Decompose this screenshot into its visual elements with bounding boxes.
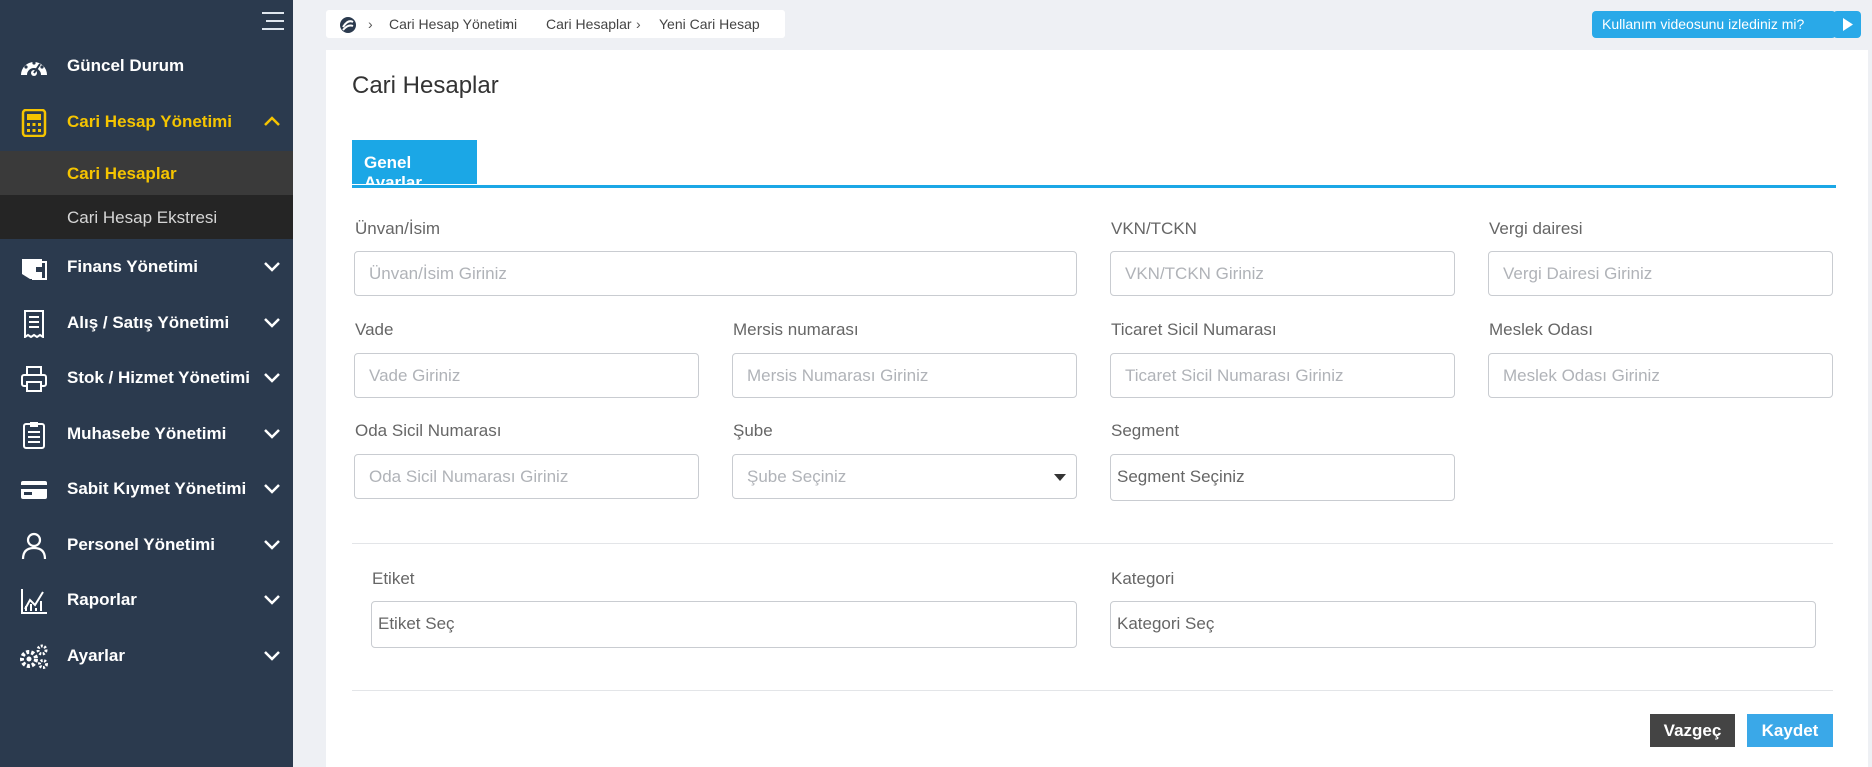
- clipboard-icon: [23, 422, 45, 449]
- dashboard-icon: [21, 61, 47, 76]
- sidebar-item-label: Personel Yönetimi: [67, 535, 216, 554]
- receipt-icon: [24, 310, 44, 338]
- chart-icon: [21, 589, 47, 614]
- sidebar-item-stok-hizmet-yonetimi[interactable]: Stok / Hizmet Yönetimi: [0, 353, 293, 403]
- ticaret-sicil-label: Ticaret Sicil Numarası: [1111, 320, 1277, 339]
- tab-underline: [352, 185, 1836, 188]
- kategori-select-value: Kategori Seç: [1117, 614, 1215, 633]
- chevron-up-icon: [264, 116, 280, 126]
- cancel-button[interactable]: Vazgeç: [1650, 714, 1735, 747]
- chevron-down-icon: [264, 318, 280, 328]
- menu-toggle-icon[interactable]: [258, 10, 284, 32]
- segment-select-value: Segment Seçiniz: [1117, 467, 1245, 486]
- meslek-odasi-label: Meslek Odası: [1489, 320, 1593, 339]
- sidebar-subitem-cari-hesaplar[interactable]: Cari Hesaplar: [0, 151, 293, 195]
- chevron-down-icon: [264, 540, 280, 550]
- sidebar-item-label: Cari Hesap Yönetimi: [67, 112, 233, 131]
- sidebar-item-alis-satis-yonetimi[interactable]: Alış / Satış Yönetimi: [0, 298, 293, 348]
- caret-down-icon: [1054, 474, 1066, 481]
- vkn-label: VKN/TCKN: [1111, 219, 1197, 238]
- sidebar-item-cari-hesap-yonetimi[interactable]: Cari Hesap Yönetimi: [0, 97, 293, 147]
- breadcrumb-item[interactable]: Cari Hesap Yönetimi: [389, 16, 517, 32]
- unvan-label: Ünvan/İsim: [355, 219, 441, 238]
- tab-genel-ayarlar[interactable]: Genel Ayarlar: [352, 140, 477, 192]
- video-help-button[interactable]: Kullanım videosunu izlediniz mi?: [1592, 11, 1836, 38]
- segment-select[interactable]: Segment Seçiniz: [1110, 454, 1455, 501]
- oda-sicil-label: Oda Sicil Numarası: [355, 421, 502, 440]
- segment-label: Segment: [1111, 421, 1180, 440]
- page-title: Cari Hesaplar: [352, 72, 499, 99]
- chevron-down-icon: [264, 651, 280, 661]
- chevron-down-icon: [264, 484, 280, 494]
- divider: [352, 690, 1833, 691]
- sidebar-item-label: Güncel Durum: [67, 56, 185, 75]
- calculator-icon: [21, 109, 47, 137]
- wallet-icon: [22, 259, 47, 280]
- chevron-down-icon: [264, 373, 280, 383]
- sidebar-item-personel-yonetimi[interactable]: Personel Yönetimi: [0, 520, 293, 570]
- sidebar-subitem-label: Cari Hesap Ekstresi: [67, 208, 218, 227]
- kategori-select[interactable]: Kategori Seç: [1110, 601, 1816, 648]
- etiket-label: Etiket: [372, 569, 415, 588]
- sidebar-item-ayarlar[interactable]: Ayarlar: [0, 631, 293, 681]
- sidebar-item-label: Alış / Satış Yönetimi: [67, 313, 230, 332]
- chevron-down-icon: [264, 595, 280, 605]
- sidebar-item-label: Sabit Kıymet Yönetimi: [67, 479, 247, 498]
- divider: [352, 543, 1833, 544]
- sidebar-item-muhasebe-yonetimi[interactable]: Muhasebe Yönetimi: [0, 409, 293, 459]
- oda-sicil-input[interactable]: [354, 454, 699, 499]
- sube-select[interactable]: Şube Seçiniz: [732, 454, 1077, 499]
- chevron-right-icon: ›: [368, 16, 373, 32]
- credit-card-icon: [21, 481, 47, 499]
- sidebar-item-label: Muhasebe Yönetimi: [67, 424, 227, 443]
- chevron-down-icon: [264, 429, 280, 439]
- chevron-down-icon: [264, 262, 280, 272]
- sidebar-item-finans-yonetimi[interactable]: Finans Yönetimi: [0, 242, 293, 292]
- mersis-input[interactable]: [732, 353, 1077, 398]
- sidebar-subitem-label: Cari Hesaplar: [67, 164, 177, 183]
- vkn-input[interactable]: [1110, 251, 1455, 296]
- breadcrumb: › Cari Hesap Yönetimi › Cari Hesaplar › …: [326, 10, 785, 38]
- gears-icon: [20, 644, 48, 669]
- kategori-label: Kategori: [1111, 569, 1175, 588]
- sidebar-item-label: Finans Yönetimi: [67, 257, 198, 276]
- sidebar-item-sabit-kiymet-yonetimi[interactable]: Sabit Kıymet Yönetimi: [0, 464, 293, 514]
- mersis-label: Mersis numarası: [733, 320, 859, 339]
- etiket-select[interactable]: Etiket Seç: [371, 601, 1077, 648]
- sidebar-item-label: Raporlar: [67, 590, 137, 609]
- user-icon: [21, 532, 47, 560]
- save-button[interactable]: Kaydet: [1747, 714, 1833, 747]
- chevron-right-icon: ›: [505, 16, 510, 32]
- chevron-right-icon: ›: [636, 16, 641, 32]
- main-panel: [326, 50, 1868, 767]
- ticaret-sicil-input[interactable]: [1110, 353, 1455, 398]
- breadcrumb-item[interactable]: Cari Hesaplar: [546, 16, 632, 32]
- home-logo-icon[interactable]: [339, 16, 357, 34]
- play-icon[interactable]: [1833, 11, 1861, 38]
- unvan-input[interactable]: [354, 251, 1077, 296]
- etiket-select-value: Etiket Seç: [378, 614, 455, 633]
- sidebar: Güncel Durum Cari Hesap Yönetimi Cari He…: [0, 0, 293, 767]
- sidebar-item-label: Stok / Hizmet Yönetimi: [67, 368, 250, 387]
- meslek-odasi-input[interactable]: [1488, 353, 1833, 398]
- vergi-dairesi-label: Vergi dairesi: [1489, 219, 1583, 238]
- sube-select-value: Şube Seçiniz: [747, 467, 847, 486]
- sidebar-subitem-cari-hesap-ekstresi[interactable]: Cari Hesap Ekstresi: [0, 195, 293, 239]
- vergi-dairesi-input[interactable]: [1488, 251, 1833, 296]
- breadcrumb-item-current: Yeni Cari Hesap: [659, 16, 760, 32]
- sidebar-item-label: Ayarlar: [67, 646, 125, 665]
- vade-input[interactable]: [354, 353, 699, 398]
- vade-label: Vade: [355, 320, 394, 339]
- sidebar-item-guncel-durum[interactable]: Güncel Durum: [0, 41, 293, 91]
- sidebar-item-raporlar[interactable]: Raporlar: [0, 575, 293, 625]
- sube-label: Şube: [733, 421, 773, 440]
- printer-icon: [21, 366, 47, 392]
